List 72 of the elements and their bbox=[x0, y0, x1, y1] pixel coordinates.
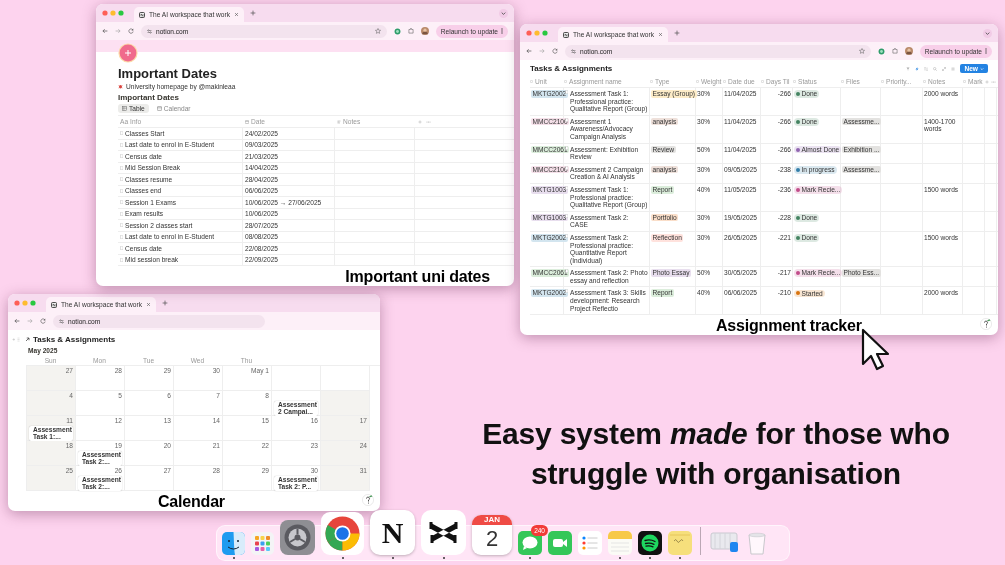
music-app-icon[interactable] bbox=[638, 531, 662, 555]
close-icon[interactable] bbox=[146, 302, 151, 307]
headline: Easy system made for those who struggle with organisation bbox=[481, 416, 951, 492]
caption-text: Assignment tracker bbox=[716, 316, 862, 336]
caption-text: Important uni dates bbox=[345, 267, 490, 286]
database-title: Tasks & Assignments bbox=[530, 64, 613, 73]
lightning-icon[interactable] bbox=[915, 66, 920, 71]
avatar-icon[interactable] bbox=[904, 47, 913, 55]
close-icon[interactable] bbox=[658, 32, 663, 37]
reload-icon[interactable] bbox=[552, 48, 558, 54]
new-tab-icon[interactable] bbox=[250, 10, 256, 16]
expand-icon[interactable] bbox=[942, 66, 947, 71]
page-title: Tasks & Assignments bbox=[33, 335, 116, 344]
chat-app-icon[interactable] bbox=[518, 531, 542, 555]
notepad-app-icon[interactable] bbox=[608, 531, 632, 555]
new-tab-icon[interactable] bbox=[162, 300, 168, 306]
page-icon bbox=[565, 185, 568, 190]
help-button-icon[interactable] bbox=[980, 318, 992, 331]
face-app-icon[interactable] bbox=[222, 532, 245, 555]
site-settings-icon[interactable] bbox=[147, 28, 152, 34]
site-icon bbox=[563, 31, 569, 38]
page-icon bbox=[565, 233, 568, 238]
checklist-app-icon[interactable] bbox=[578, 531, 602, 555]
page-icon bbox=[565, 90, 568, 94]
puzzle-icon[interactable] bbox=[891, 48, 898, 54]
new-tab-icon[interactable] bbox=[674, 30, 680, 36]
back-icon[interactable] bbox=[102, 28, 108, 34]
page-icon bbox=[565, 213, 568, 218]
bookmark-star-icon[interactable] bbox=[858, 48, 865, 54]
database-title: Important Dates bbox=[118, 93, 180, 102]
page-icon bbox=[565, 145, 568, 150]
forward-icon[interactable] bbox=[539, 48, 545, 54]
settings-icon[interactable] bbox=[951, 66, 956, 71]
site-settings-icon[interactable] bbox=[59, 318, 64, 324]
avatar-icon[interactable] bbox=[420, 27, 429, 35]
reload-icon[interactable] bbox=[128, 28, 134, 34]
bookmark-star-icon[interactable] bbox=[374, 28, 381, 34]
search-icon[interactable] bbox=[933, 66, 938, 71]
site-icon bbox=[51, 301, 57, 308]
crossed-app-icon[interactable] bbox=[421, 510, 466, 555]
letter-app-icon[interactable]: N bbox=[370, 510, 415, 555]
calendar-app-icon[interactable]: JAN 2 bbox=[472, 515, 512, 555]
extension-icon[interactable] bbox=[877, 47, 885, 55]
caption-text: Calendar bbox=[158, 492, 225, 511]
chevron-down-icon[interactable] bbox=[983, 28, 992, 38]
calendar-icon bbox=[156, 106, 162, 111]
puzzle-icon[interactable] bbox=[407, 28, 414, 34]
forward-icon[interactable] bbox=[27, 318, 33, 324]
page-title: Important Dates bbox=[118, 66, 218, 81]
page-icon bbox=[565, 289, 568, 294]
page-icon bbox=[565, 269, 568, 274]
link-arrow-icon bbox=[25, 337, 30, 342]
forward-icon[interactable] bbox=[115, 28, 121, 34]
site-settings-icon[interactable] bbox=[571, 48, 576, 54]
close-icon[interactable] bbox=[234, 12, 239, 17]
video-app-icon[interactable] bbox=[548, 531, 572, 555]
help-button-icon[interactable] bbox=[362, 494, 374, 506]
extension-icon[interactable] bbox=[393, 27, 401, 35]
back-icon[interactable] bbox=[14, 318, 20, 324]
reload-icon[interactable] bbox=[40, 318, 46, 324]
trash-icon[interactable] bbox=[745, 531, 769, 555]
bug-icon bbox=[118, 84, 123, 89]
filter-icon[interactable] bbox=[906, 66, 911, 71]
page-emoji-icon bbox=[118, 43, 138, 63]
site-icon bbox=[139, 11, 145, 18]
browser-app-icon[interactable] bbox=[321, 512, 364, 555]
column-type-icon bbox=[245, 119, 249, 124]
chevron-down-icon[interactable] bbox=[499, 8, 508, 18]
table-icon bbox=[122, 106, 127, 111]
back-icon[interactable] bbox=[526, 48, 532, 54]
gear-app-icon[interactable] bbox=[280, 520, 315, 555]
app-grid-icon[interactable] bbox=[251, 532, 274, 555]
